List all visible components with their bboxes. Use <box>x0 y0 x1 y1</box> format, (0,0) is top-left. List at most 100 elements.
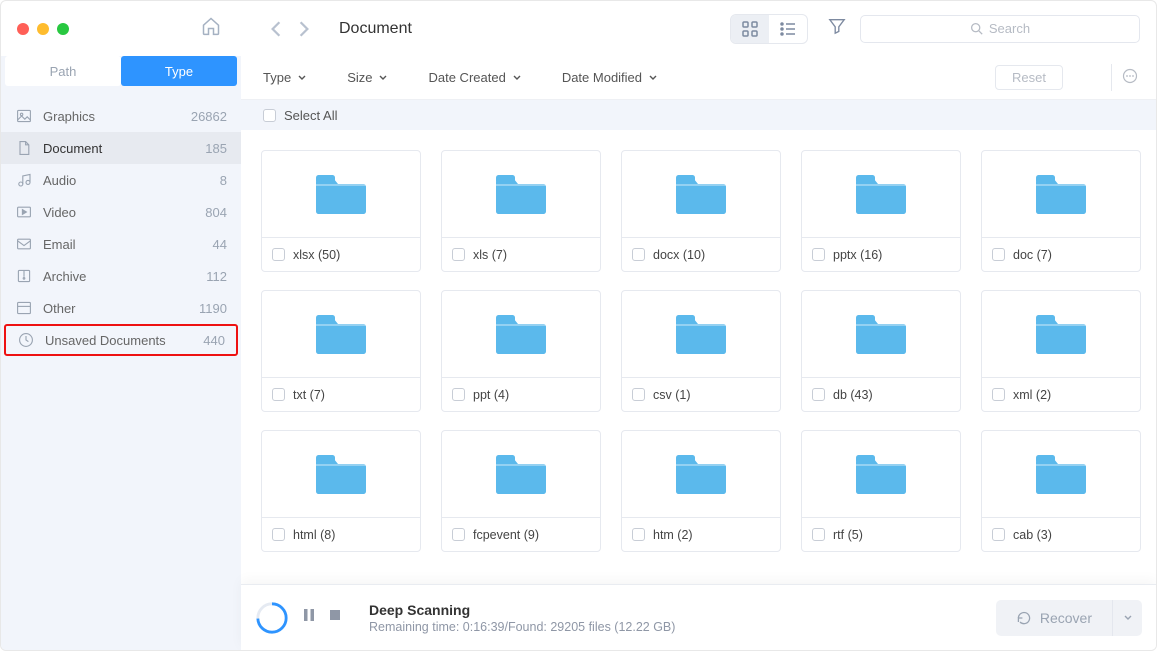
sidebar-item-archive[interactable]: Archive 112 <box>1 260 241 292</box>
folder-icon <box>802 151 960 237</box>
close-window[interactable] <box>17 23 29 35</box>
folder-card[interactable]: htm (2) <box>621 430 781 552</box>
recover-button[interactable]: Recover <box>996 600 1112 636</box>
folder-card[interactable]: html (8) <box>261 430 421 552</box>
doc-icon <box>15 140 33 156</box>
folder-card[interactable]: pptx (16) <box>801 150 961 272</box>
maximize-window[interactable] <box>57 23 69 35</box>
folder-label: xlsx (50) <box>293 248 340 262</box>
folder-card[interactable]: cab (3) <box>981 430 1141 552</box>
sidebar-item-count: 1190 <box>199 301 227 316</box>
reset-button[interactable]: Reset <box>995 65 1063 90</box>
filter-date-modified[interactable]: Date Modified <box>562 70 658 85</box>
folder-card[interactable]: csv (1) <box>621 290 781 412</box>
sidebar-item-label: Document <box>43 141 102 156</box>
sidebar-item-video[interactable]: Video804 <box>1 196 241 228</box>
folder-checkbox[interactable] <box>272 248 285 261</box>
folder-card[interactable]: doc (7) <box>981 150 1141 272</box>
folder-checkbox[interactable] <box>812 248 825 261</box>
sidebar-item-graphics[interactable]: Graphics26862 <box>1 100 241 132</box>
pause-icon[interactable] <box>303 608 315 627</box>
select-all-checkbox[interactable] <box>263 109 276 122</box>
other-icon <box>15 300 33 316</box>
folder-checkbox[interactable] <box>452 528 465 541</box>
folder-icon <box>262 431 420 517</box>
sidebar-item-count: 44 <box>213 237 227 252</box>
folder-label: txt (7) <box>293 388 325 402</box>
folder-label: xls (7) <box>473 248 507 262</box>
folder-label: cab (3) <box>1013 528 1052 542</box>
scan-subtitle: Remaining time: 0:16:39/Found: 29205 fil… <box>369 620 675 634</box>
folder-icon <box>262 151 420 237</box>
sidebar-item-other[interactable]: Other 1190 <box>1 292 241 324</box>
scan-title: Deep Scanning <box>369 602 675 618</box>
folder-checkbox[interactable] <box>632 388 645 401</box>
folder-checkbox[interactable] <box>992 528 1005 541</box>
folder-checkbox[interactable] <box>812 388 825 401</box>
filter-type[interactable]: Type <box>263 70 307 85</box>
nav-back-icon[interactable] <box>269 20 283 38</box>
nav-forward-icon[interactable] <box>297 20 311 38</box>
archive-icon <box>15 268 33 284</box>
folder-icon <box>622 151 780 237</box>
folder-card[interactable]: txt (7) <box>261 290 421 412</box>
sidebar-item-audio[interactable]: Audio8 <box>1 164 241 196</box>
folder-card[interactable]: docx (10) <box>621 150 781 272</box>
folder-icon <box>442 431 600 517</box>
folder-icon <box>262 291 420 377</box>
folder-checkbox[interactable] <box>992 248 1005 261</box>
page-title: Document <box>339 20 412 38</box>
home-icon[interactable] <box>201 16 221 41</box>
sidebar-item-label: Unsaved Documents <box>45 333 166 348</box>
folder-card[interactable]: rtf (5) <box>801 430 961 552</box>
sidebar-item-count: 8 <box>220 173 227 188</box>
folder-label: rtf (5) <box>833 528 863 542</box>
recover-dropdown[interactable] <box>1112 600 1142 636</box>
folder-checkbox[interactable] <box>812 528 825 541</box>
folder-checkbox[interactable] <box>452 248 465 261</box>
folder-checkbox[interactable] <box>272 528 285 541</box>
filter-icon[interactable] <box>828 17 846 40</box>
sidebar-item-label: Archive <box>43 269 86 284</box>
sidebar-item-email[interactable]: Email44 <box>1 228 241 260</box>
folder-checkbox[interactable] <box>452 388 465 401</box>
folder-card[interactable]: xls (7) <box>441 150 601 272</box>
sidebar-item-count: 112 <box>206 269 227 284</box>
sidebar-item-unsaved-documents[interactable]: Unsaved Documents 440 <box>4 324 238 356</box>
view-grid-button[interactable] <box>731 15 769 43</box>
audio-icon <box>15 172 33 188</box>
image-icon <box>15 108 33 124</box>
folder-checkbox[interactable] <box>992 388 1005 401</box>
search-placeholder: Search <box>989 21 1030 36</box>
sidebar-item-count: 440 <box>203 333 225 348</box>
folder-checkbox[interactable] <box>632 248 645 261</box>
tab-path[interactable]: Path <box>5 56 121 86</box>
folder-label: ppt (4) <box>473 388 509 402</box>
filter-size[interactable]: Size <box>347 70 388 85</box>
folder-checkbox[interactable] <box>632 528 645 541</box>
folder-label: xml (2) <box>1013 388 1051 402</box>
folder-checkbox[interactable] <box>272 388 285 401</box>
email-icon <box>15 236 33 252</box>
folder-label: csv (1) <box>653 388 691 402</box>
search-input[interactable]: Search <box>860 15 1140 43</box>
folder-card[interactable]: fcpevent (9) <box>441 430 601 552</box>
sidebar-item-label: Graphics <box>43 109 95 124</box>
view-list-button[interactable] <box>769 15 807 43</box>
stop-icon[interactable] <box>329 608 341 627</box>
folder-label: pptx (16) <box>833 248 882 262</box>
more-options-icon[interactable] <box>1111 64 1148 91</box>
folder-card[interactable]: xlsx (50) <box>261 150 421 272</box>
folder-card[interactable]: ppt (4) <box>441 290 601 412</box>
tab-type[interactable]: Type <box>121 56 237 86</box>
folder-icon <box>622 291 780 377</box>
folder-label: db (43) <box>833 388 873 402</box>
filter-date-created[interactable]: Date Created <box>428 70 521 85</box>
minimize-window[interactable] <box>37 23 49 35</box>
sidebar-item-document[interactable]: Document185 <box>1 132 241 164</box>
folder-card[interactable]: db (43) <box>801 290 961 412</box>
select-all-label: Select All <box>284 108 337 123</box>
sidebar-item-label: Other <box>43 301 76 316</box>
folder-card[interactable]: xml (2) <box>981 290 1141 412</box>
folder-label: html (8) <box>293 528 335 542</box>
